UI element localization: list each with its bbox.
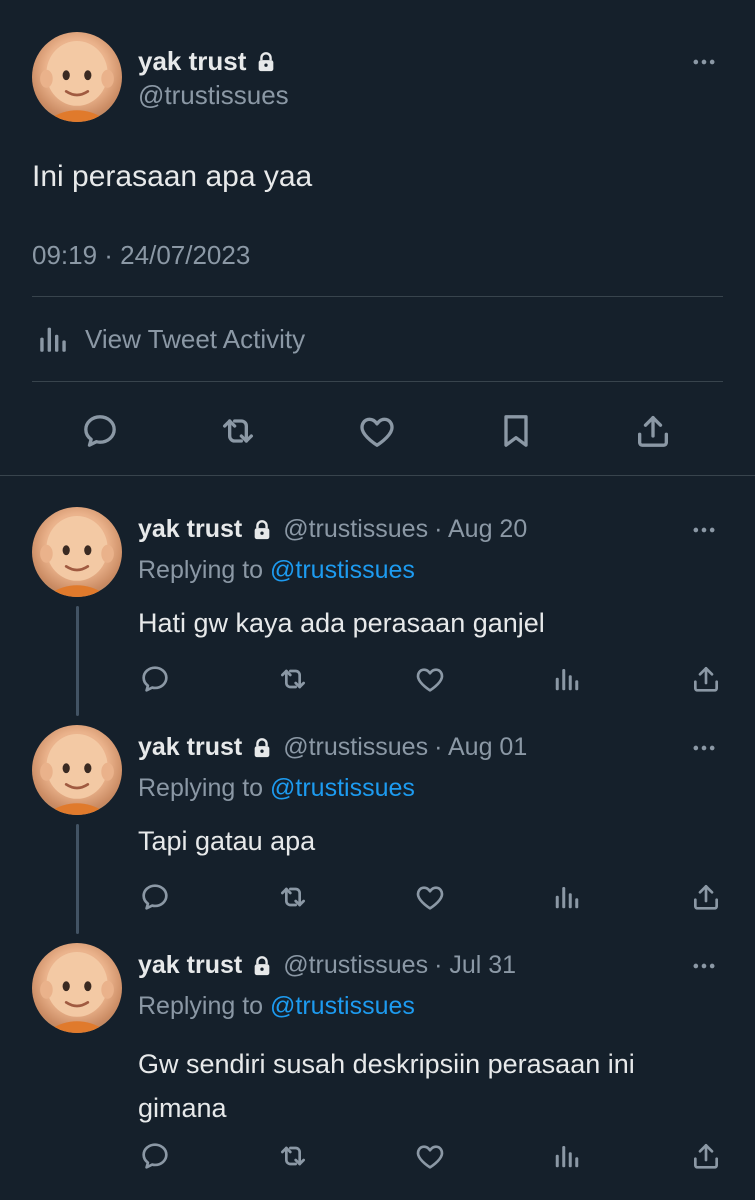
reply-text-line: Gw sendiri susah deskripsiin perasaan in… (138, 1049, 635, 1079)
retweet-icon[interactable] (277, 663, 309, 695)
reply-header: yak trust @trustissues · Jul 31 (138, 951, 516, 980)
more-icon[interactable] (684, 516, 724, 544)
share-icon[interactable] (690, 1140, 722, 1172)
reply-text: Gw sendiri susah deskripsiin perasaan in… (138, 1042, 635, 1130)
reply-text: Tapi gatau apa (138, 826, 316, 856)
view-tweet-activity-label: View Tweet Activity (85, 323, 306, 354)
avatar[interactable] (32, 725, 122, 815)
thread-line (76, 606, 79, 716)
view-tweet-activity[interactable]: View Tweet Activity (36, 322, 305, 356)
author-handle[interactable]: @trustissues (283, 515, 428, 544)
avatar-image (32, 725, 122, 815)
more-icon[interactable] (684, 48, 724, 76)
reply-header: yak trust @trustissues · Aug 01 (138, 733, 527, 762)
lock-icon (251, 519, 273, 541)
author-name[interactable]: yak trust (138, 515, 242, 544)
lock-icon (251, 737, 273, 759)
reply-icon[interactable] (139, 1140, 171, 1172)
author-row: yak trust (138, 46, 277, 77)
analytics-icon[interactable] (552, 1141, 582, 1171)
tweet-text: Ini perasaan apa yaa (32, 160, 313, 193)
thread-line (76, 824, 79, 934)
replying-to-prefix: Replying to (138, 992, 264, 1020)
avatar-image (32, 32, 122, 122)
author-handle[interactable]: @trustissues (283, 733, 428, 762)
author-handle[interactable]: @trustissues (138, 80, 289, 111)
author-handle[interactable]: @trustissues (283, 951, 428, 980)
divider (32, 381, 723, 382)
author-name[interactable]: yak trust (138, 46, 246, 77)
like-icon[interactable] (414, 1140, 446, 1172)
retweet-icon[interactable] (277, 1140, 309, 1172)
replying-to: Replying to @trustissues (138, 992, 415, 1021)
replying-to-prefix: Replying to (138, 774, 264, 802)
share-icon[interactable] (633, 411, 673, 451)
reply-date[interactable]: · Jul 31 (434, 951, 516, 980)
divider (32, 296, 723, 297)
replying-to: Replying to @trustissues (138, 556, 415, 585)
retweet-icon[interactable] (218, 411, 258, 451)
reply-date[interactable]: · Aug 20 (434, 515, 527, 544)
reply-icon[interactable] (139, 881, 171, 913)
reply-header: yak trust @trustissues · Aug 20 (138, 515, 527, 544)
analytics-icon[interactable] (552, 664, 582, 694)
reply-date[interactable]: · Aug 01 (434, 733, 527, 762)
avatar[interactable] (32, 507, 122, 597)
reply-text: Hati gw kaya ada perasaan ganjel (138, 608, 545, 638)
avatar[interactable] (32, 943, 122, 1033)
share-icon[interactable] (690, 663, 722, 695)
author-name[interactable]: yak trust (138, 951, 242, 980)
bookmark-icon[interactable] (496, 411, 536, 451)
share-icon[interactable] (690, 881, 722, 913)
reply-icon[interactable] (80, 411, 120, 451)
analytics-icon (36, 322, 70, 356)
avatar-image (32, 507, 122, 597)
like-icon[interactable] (414, 663, 446, 695)
like-icon[interactable] (357, 411, 397, 451)
reply-icon[interactable] (139, 663, 171, 695)
more-icon[interactable] (684, 952, 724, 980)
lock-icon (255, 51, 277, 73)
lock-icon (251, 955, 273, 977)
reply-text-line: gimana (138, 1093, 227, 1123)
replying-to-handle[interactable]: @trustissues (270, 992, 415, 1020)
like-icon[interactable] (414, 881, 446, 913)
replying-to-handle[interactable]: @trustissues (270, 556, 415, 584)
replying-to-prefix: Replying to (138, 556, 264, 584)
analytics-icon[interactable] (552, 882, 582, 912)
divider (0, 475, 755, 476)
retweet-icon[interactable] (277, 881, 309, 913)
replying-to-handle[interactable]: @trustissues (270, 774, 415, 802)
avatar-image (32, 943, 122, 1033)
tweet-timestamp[interactable]: 09:19 · 24/07/2023 (32, 240, 250, 271)
avatar[interactable] (32, 32, 122, 122)
replying-to: Replying to @trustissues (138, 774, 415, 803)
more-icon[interactable] (684, 734, 724, 762)
author-name[interactable]: yak trust (138, 733, 242, 762)
